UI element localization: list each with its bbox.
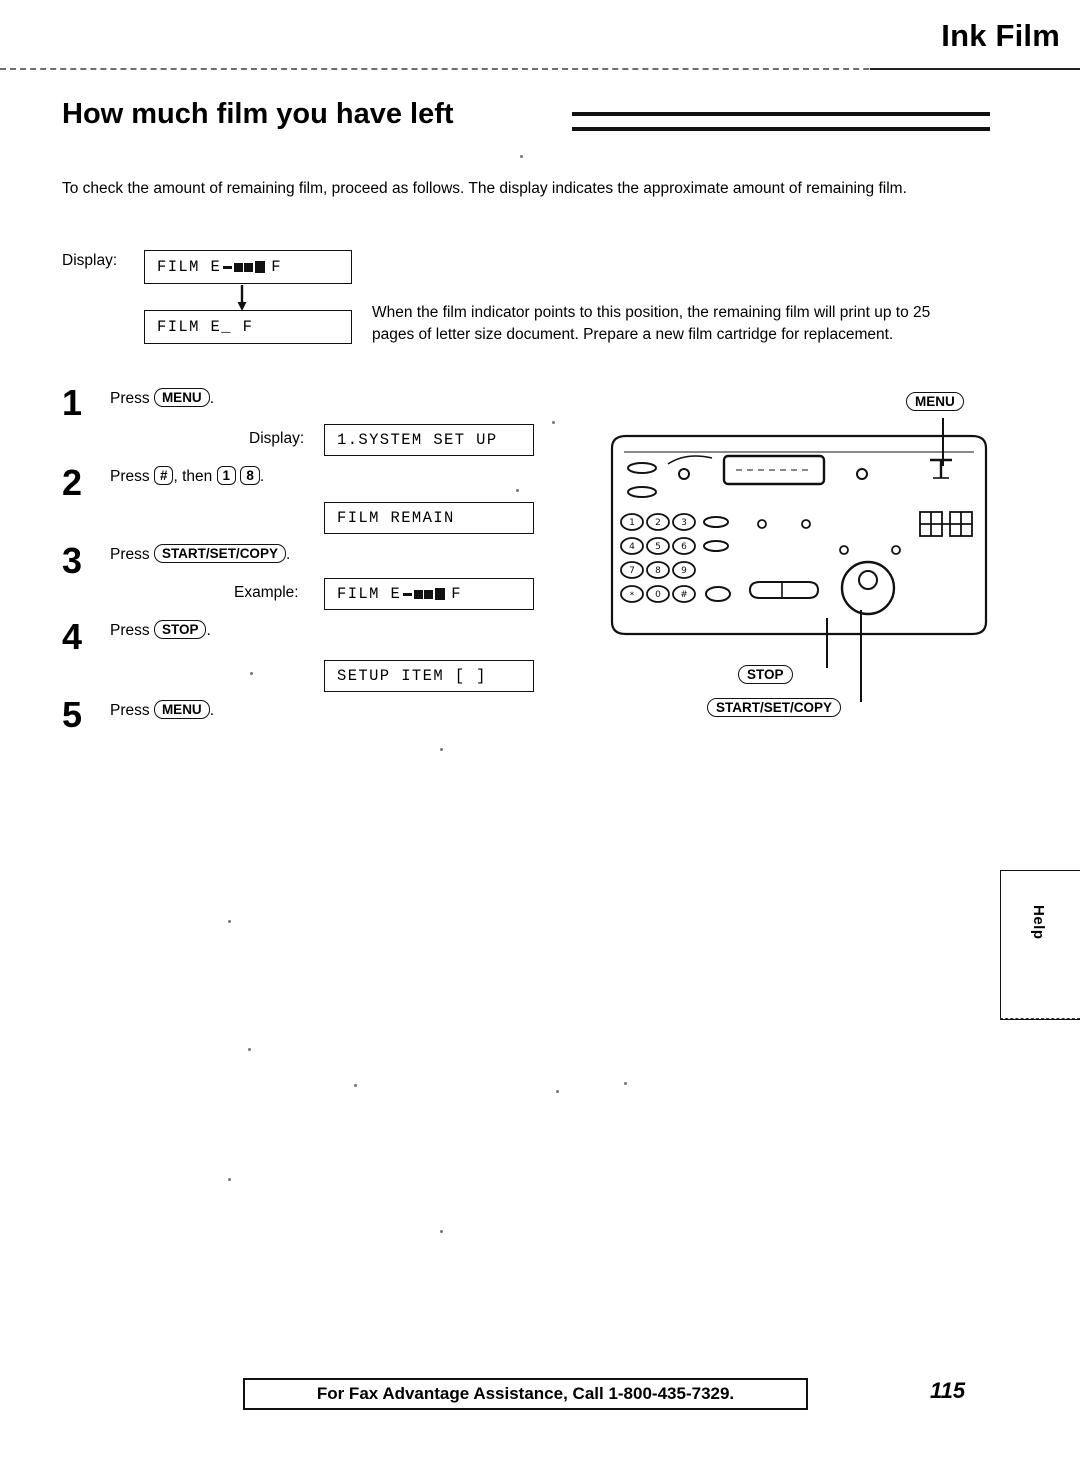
svg-text:4: 4	[629, 542, 635, 552]
step-number-3: 3	[62, 540, 83, 581]
step4-trailing: .	[206, 622, 211, 639]
stop-key-ref[interactable]: STOP	[153, 620, 207, 639]
gauge-segment-half	[413, 589, 423, 599]
svg-text:2: 2	[655, 518, 661, 528]
svg-text:8: 8	[655, 566, 661, 576]
scan-speck	[520, 155, 523, 158]
scan-speck	[440, 1230, 443, 1233]
hash-key-ref[interactable]: #	[153, 466, 174, 485]
digit-key-ref-8[interactable]: 8	[240, 466, 260, 485]
svg-text:*: *	[630, 591, 635, 601]
gauge-segment-half	[233, 262, 243, 272]
svg-text:0: 0	[655, 590, 661, 600]
section-heading: How much film you have left	[62, 98, 454, 130]
step1-lcd: 1.SYSTEM SET UP	[324, 424, 534, 456]
fax-machine-illustration: 1 2 3 4 5 6 7 8 9 * 0 #	[610, 434, 988, 636]
svg-text:1: 1	[629, 518, 635, 528]
film-gauge-full	[223, 261, 266, 273]
leader-line-menu	[942, 418, 944, 466]
leader-line-start	[860, 610, 862, 702]
step-instruction-2: Press #, then 1 8.	[110, 466, 264, 486]
step2-trailing: .	[259, 468, 265, 485]
step3-lcd-text: FILM E	[337, 585, 402, 603]
side-tab-help	[1000, 870, 1080, 1020]
gauge-segment-half	[424, 589, 434, 599]
scan-speck	[228, 1178, 231, 1181]
step-number-4: 4	[62, 616, 83, 657]
step5-press-word: Press	[110, 702, 150, 719]
manual-page: Ink Film How much film you have left To …	[0, 0, 1080, 1462]
display-label: Display:	[62, 252, 118, 269]
step1-display-label: Display:	[249, 430, 305, 447]
scan-speck	[228, 920, 231, 923]
step1-press-word: Press	[110, 390, 150, 407]
step1-trailing: .	[209, 390, 214, 407]
menu-key-ref-1[interactable]: MENU	[153, 388, 210, 407]
digit-key-ref-1[interactable]: 1	[216, 466, 237, 485]
step-number-2: 2	[62, 462, 83, 503]
callout-stop[interactable]: STOP	[738, 665, 793, 684]
scan-speck	[354, 1084, 357, 1087]
gauge-segment-half	[244, 262, 254, 272]
gauge-segment-full	[434, 588, 445, 600]
step4-press-word: Press	[110, 622, 150, 639]
step3-example-label: Example:	[234, 584, 299, 601]
page-number: 115	[930, 1378, 966, 1403]
step3-lcd: FILM E F	[324, 578, 534, 610]
header-divider-solid	[870, 68, 1080, 70]
footer-assistance-box: For Fax Advantage Assistance, Call 1-800…	[243, 1378, 808, 1410]
scan-speck	[556, 1090, 559, 1093]
step4-lcd: SETUP ITEM [ ]	[324, 660, 534, 692]
callout-menu[interactable]: MENU	[906, 392, 964, 411]
svg-text:7: 7	[629, 566, 635, 576]
step3-trailing: .	[285, 546, 291, 563]
gauge-segment-dash	[223, 266, 233, 269]
indicator-note: When the film indicator points to this p…	[372, 304, 931, 343]
scan-speck	[552, 421, 555, 424]
step3-lcd-tail: F	[451, 585, 462, 603]
step5-trailing: .	[209, 702, 214, 719]
step3-press-word: Press	[110, 546, 150, 563]
scan-speck	[516, 489, 519, 492]
gauge-segment-dash	[403, 593, 413, 596]
lcd-display-full: FILM E F	[144, 250, 352, 284]
side-tab-label: Help	[1030, 905, 1047, 940]
step2-joiner: , then	[173, 468, 213, 485]
lcd-full-tail: F	[271, 258, 282, 276]
start-set-copy-key-ref[interactable]: START/SET/COPY	[153, 544, 286, 563]
callout-start-set-copy[interactable]: START/SET/COPY	[707, 698, 842, 717]
page-title: Ink Film	[941, 18, 1060, 53]
scan-speck	[248, 1048, 251, 1051]
step-instruction-4: Press STOP.	[110, 620, 211, 640]
step2-press-word: Press	[110, 468, 150, 485]
scan-speck	[624, 1082, 627, 1085]
gauge-segment-full	[254, 261, 265, 273]
scan-speck	[250, 672, 253, 675]
step-instruction-5: Press MENU.	[110, 700, 214, 720]
step-instruction-3: Press START/SET/COPY.	[110, 544, 290, 564]
scan-speck	[440, 748, 443, 751]
svg-text:6: 6	[681, 542, 687, 552]
side-tab-divider	[1000, 1018, 1080, 1019]
svg-text:9: 9	[681, 566, 687, 576]
section-heading-rule	[572, 112, 990, 131]
svg-text:5: 5	[655, 542, 661, 552]
leader-line-stop	[826, 618, 828, 668]
svg-text:3: 3	[681, 518, 687, 528]
step-number-1: 1	[62, 382, 83, 423]
step-number-5: 5	[62, 694, 83, 735]
step2-lcd: FILM REMAIN	[324, 502, 534, 534]
film-gauge-example	[403, 588, 446, 600]
step-instruction-1: Press MENU.	[110, 388, 214, 408]
lcd-display-low: FILM E_ F	[144, 310, 352, 344]
svg-text:#: #	[680, 590, 688, 600]
down-arrow-icon	[237, 285, 247, 311]
intro-paragraph: To check the amount of remaining film, p…	[62, 180, 907, 197]
lcd-full-text: FILM E	[157, 258, 222, 276]
menu-key-ref-2[interactable]: MENU	[153, 700, 210, 719]
